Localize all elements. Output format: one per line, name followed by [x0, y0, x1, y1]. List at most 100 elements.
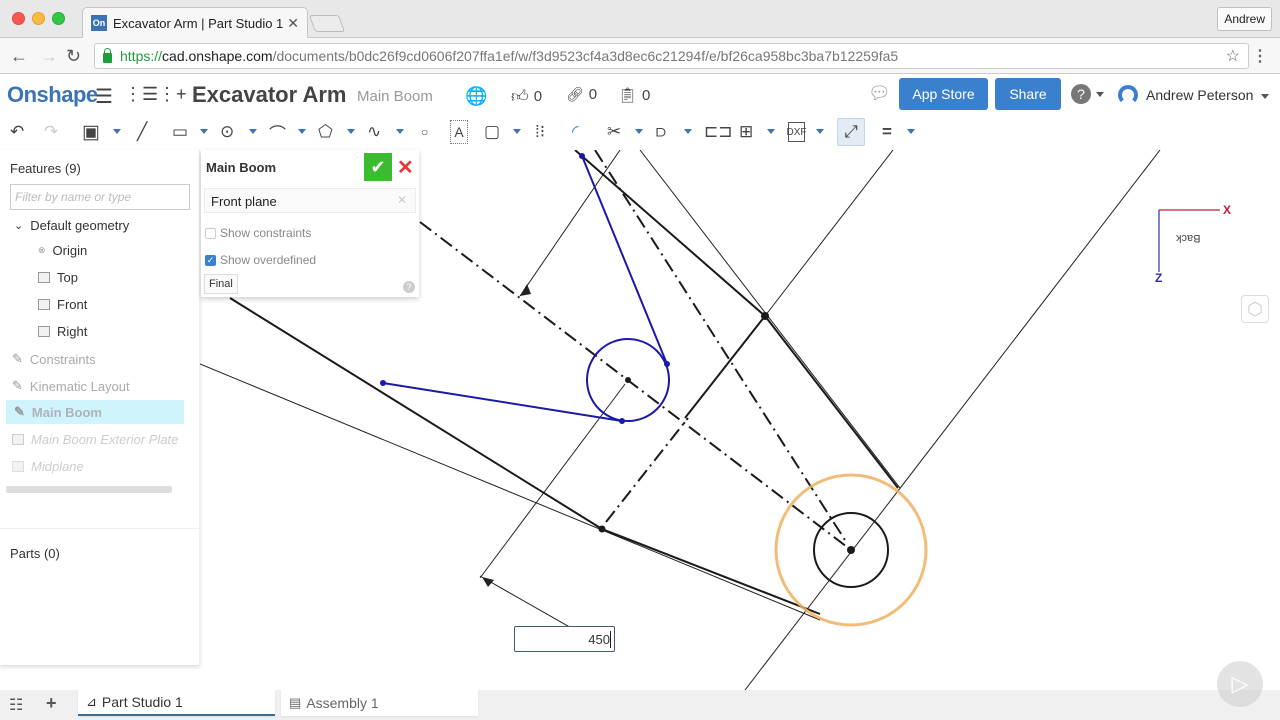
copies-stat[interactable]: 📋︎ 0 [618, 86, 650, 105]
insert-icon[interactable]: ⋮+ [158, 84, 187, 105]
new-tab-button[interactable] [308, 15, 346, 32]
tab-assembly-1[interactable]: ▤ Assembly 1 [281, 690, 478, 716]
show-overdefined-checkbox[interactable]: ✓ [205, 254, 216, 266]
tree-item-midplane[interactable]: Midplane [12, 459, 84, 474]
trim-tool-icon[interactable]: ✂ [607, 120, 621, 144]
app-store-button[interactable]: App Store [899, 78, 988, 110]
final-button[interactable]: Final [204, 274, 238, 294]
feature-list-icon[interactable]: ⋮☰ [124, 84, 158, 105]
use-tool-icon[interactable]: ▢ [484, 120, 500, 144]
tree-item-origin[interactable]: ⊗ Origin [38, 243, 87, 258]
links-stat[interactable]: 🔗︎ 0 [566, 86, 597, 103]
tab-manager-icon[interactable]: ☷ [9, 695, 23, 715]
close-window-button[interactable] [12, 12, 25, 25]
tree-item-kinematic-layout[interactable]: ✎ Kinematic Layout [12, 378, 130, 394]
minimize-window-button[interactable] [32, 12, 45, 25]
tree-item-constraints[interactable]: ✎ Constraints [12, 351, 96, 367]
constraints-dropdown[interactable] [907, 129, 915, 134]
part-studio-icon: ⊿ [86, 694, 97, 709]
new-sketch-icon[interactable]: ▣ [82, 120, 100, 144]
fillet-tool-icon[interactable]: ◜ [572, 120, 579, 144]
horizontal-scrollbar[interactable] [6, 486, 172, 493]
cancel-x-button[interactable]: ✕ [397, 155, 414, 180]
profile-button[interactable]: Andrew [1217, 7, 1272, 31]
sketch-toolbar: ↶ ↷ ▣ ╱ ▭ ⊙ ⌒ ⬠ ∿ ○ A ▢ ⁞⁝ ◜ ✂ ⫐ ⊏⊐ ⊞ DX… [0, 115, 1280, 149]
triad-z-label: Z [1155, 271, 1163, 285]
use-dropdown[interactable] [513, 129, 521, 134]
clear-plane-icon[interactable]: ✕ [397, 193, 407, 207]
tree-item-main-boom-exterior-plate[interactable]: Main Boom Exterior Plate [12, 432, 178, 447]
link-icon: 🔗︎ [566, 86, 584, 102]
boom-edge-line [601, 528, 821, 615]
document-title[interactable]: Excavator Arm [192, 82, 346, 108]
redo-icon[interactable]: ↷ [44, 120, 58, 144]
tree-default-geometry[interactable]: ⌄ Default geometry [14, 218, 129, 233]
line-tool-icon[interactable]: ╱ [137, 120, 147, 144]
close-tab-icon[interactable]: ✕ [287, 15, 299, 32]
undo-icon[interactable]: ↶ [10, 120, 24, 144]
tree-item-front[interactable]: Front [38, 297, 87, 312]
user-menu[interactable]: Andrew Peterson [1118, 85, 1270, 105]
dimension-tool-icon[interactable]: ⤢ [837, 118, 865, 146]
feature-filter-input[interactable]: Filter by name or type [10, 184, 190, 210]
play-overlay-icon[interactable]: ▷ [1217, 661, 1263, 707]
spline-tool-icon[interactable]: ∿ [367, 120, 381, 144]
tree-item-top[interactable]: Top [38, 270, 78, 285]
offset-dropdown[interactable] [684, 129, 692, 134]
view-cube-icon[interactable]: ⬡ [1241, 295, 1269, 323]
pattern-tool-icon[interactable]: ⊞ [739, 120, 753, 144]
dxf-dropdown[interactable] [816, 129, 824, 134]
point-tool-icon[interactable]: ○ [421, 120, 428, 144]
chevron-down-icon[interactable]: ⌄ [14, 219, 23, 232]
new-sketch-dropdown[interactable] [113, 129, 121, 134]
hamburger-menu-icon[interactable]: ☰ [95, 84, 113, 109]
comment-icon[interactable]: 💬︎ [868, 83, 891, 104]
browser-menu-icon[interactable]: ⋮ [1252, 46, 1268, 66]
show-constraints-checkbox[interactable] [205, 227, 216, 239]
polygon-tool-icon[interactable]: ⬠ [318, 120, 333, 144]
tree-item-right[interactable]: Right [38, 324, 87, 339]
plane-icon [38, 299, 50, 310]
circle-dropdown[interactable] [249, 129, 257, 134]
polygon-dropdown[interactable] [347, 129, 355, 134]
dxf-import-icon[interactable]: DXF [787, 122, 807, 142]
dimension-value-input[interactable]: 450 [514, 626, 615, 652]
share-button[interactable]: Share [995, 78, 1061, 110]
mirror-tool-icon[interactable]: ⊏⊐ [704, 120, 733, 144]
sketch-dialog-title: Main Boom [206, 160, 277, 175]
sketch-plane-field[interactable]: Front plane ✕ [204, 188, 416, 213]
equal-constraint-icon[interactable]: = [882, 120, 892, 144]
back-arrow-icon[interactable]: ← [10, 46, 28, 67]
arc-tool-icon[interactable]: ⌒ [269, 120, 286, 144]
accept-checkmark-button[interactable]: ✔ [364, 153, 392, 181]
arc-dropdown[interactable] [298, 129, 306, 134]
text-tool-icon[interactable]: A [450, 120, 468, 144]
tree-item-label: Top [57, 270, 78, 285]
tab-part-studio-1[interactable]: ⊿ Part Studio 1 [78, 690, 275, 716]
likes-stat[interactable]: 👍︎ 0 [511, 86, 542, 107]
bookmark-star-icon[interactable]: ☆ [1226, 46, 1240, 66]
help-icon[interactable]: ? [1071, 84, 1091, 104]
forward-arrow-icon[interactable]: → [40, 46, 58, 67]
url-input[interactable]: https:// cad.onshape.com /documents/b0dc… [94, 43, 1249, 69]
pattern-dropdown[interactable] [767, 129, 775, 134]
rectangle-dropdown[interactable] [200, 129, 208, 134]
construction-tool-icon[interactable]: ⁞⁝ [535, 120, 545, 144]
show-constraints-row[interactable]: Show constraints [205, 226, 311, 240]
help-dropdown-caret[interactable] [1096, 92, 1104, 97]
tree-item-main-boom[interactable]: ✎ Main Boom [6, 400, 184, 424]
rectangle-tool-icon[interactable]: ▭ [172, 120, 188, 144]
offset-tool-icon[interactable]: ⫐ [656, 120, 666, 144]
trim-dropdown[interactable] [635, 129, 643, 134]
spline-dropdown[interactable] [396, 129, 404, 134]
circle-tool-icon[interactable]: ⊙ [220, 120, 234, 144]
onshape-logo[interactable]: Onshape [7, 82, 98, 108]
add-tab-icon[interactable]: + [46, 693, 57, 714]
maximize-window-button[interactable] [52, 12, 65, 25]
reload-icon[interactable]: ↻ [66, 46, 81, 67]
browser-tab-title: Excavator Arm | Part Studio 1 [113, 15, 284, 31]
globe-icon[interactable]: 🌐 [465, 86, 487, 107]
help-icon[interactable]: ? [403, 281, 415, 293]
show-overdefined-row[interactable]: ✓ Show overdefined [205, 253, 316, 267]
browser-tab[interactable]: On Excavator Arm | Part Studio 1 ✕ [82, 7, 308, 38]
